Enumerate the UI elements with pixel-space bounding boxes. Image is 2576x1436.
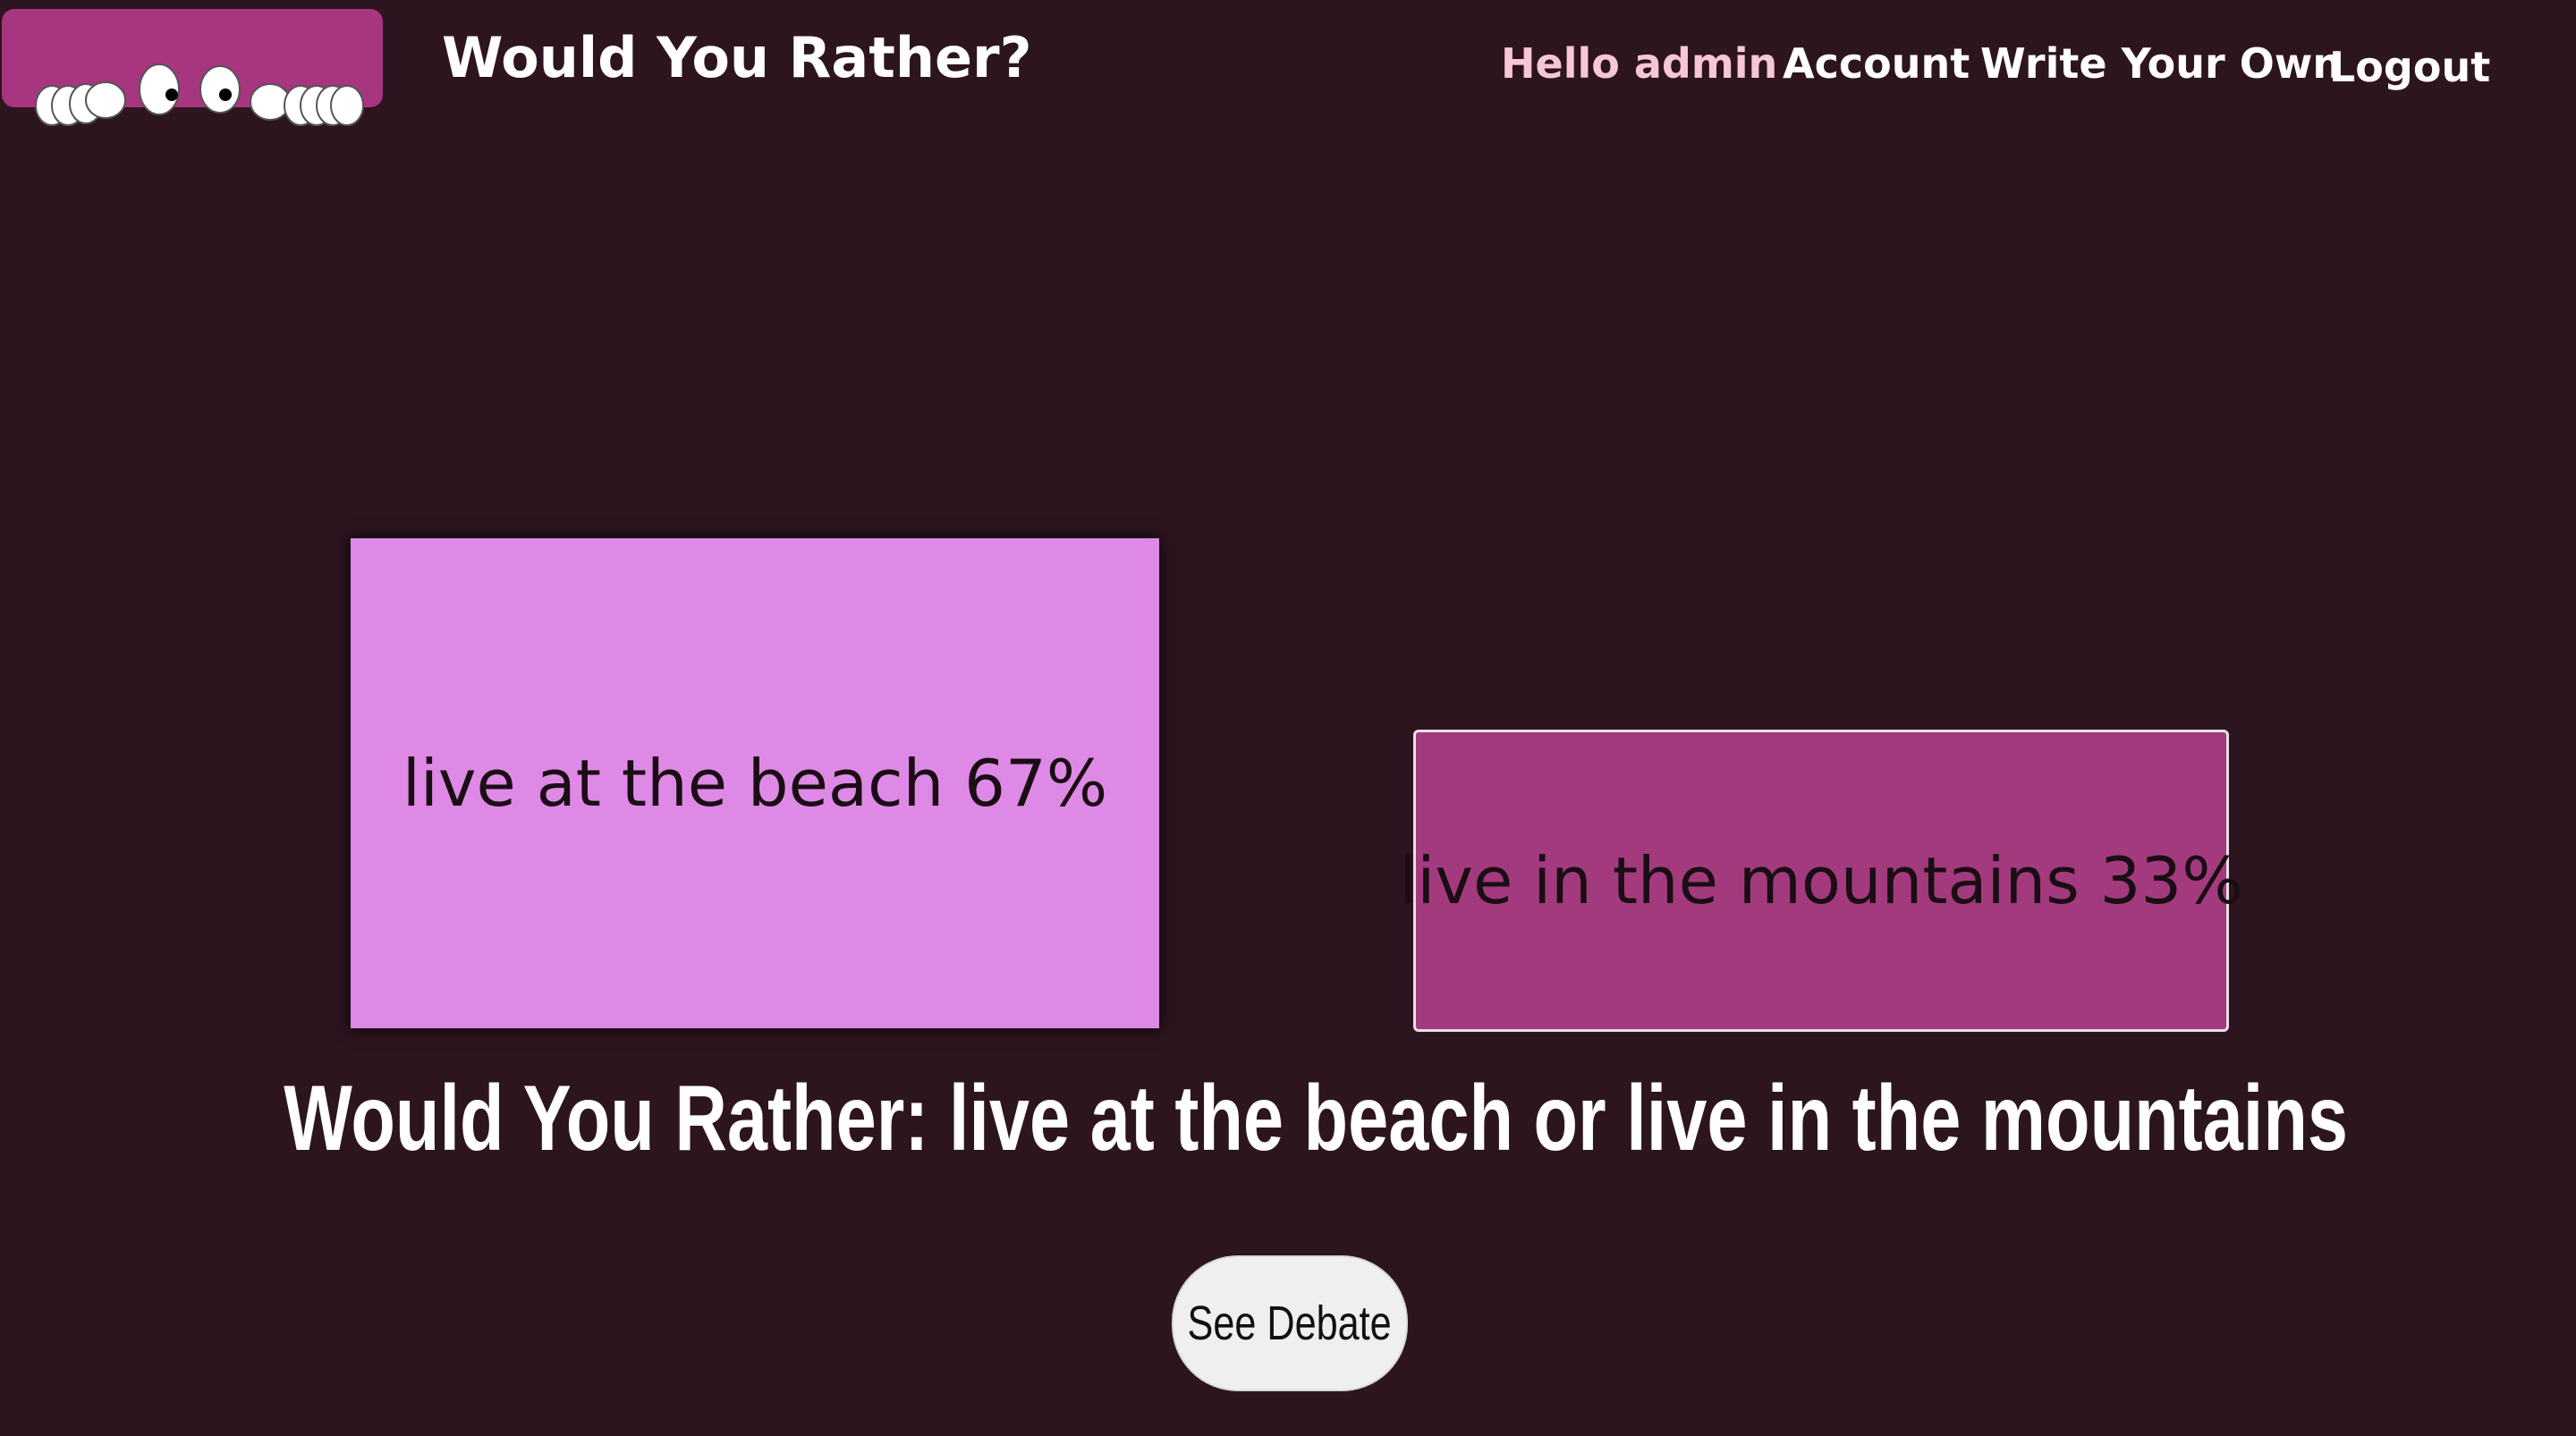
option-a-button[interactable]: live at the beach 67% xyxy=(351,538,1159,1028)
option-a-label: live at the beach 67% xyxy=(402,746,1108,821)
greeting-text: Hello admin xyxy=(1501,39,1778,88)
nav-write-your-own-link[interactable]: Write Your Own xyxy=(1980,39,2342,88)
question-text: Would You Rather: live at the beach or l… xyxy=(284,1067,2349,1170)
nav-logout-link[interactable]: Logout xyxy=(2329,43,2490,91)
see-debate-button[interactable]: See Debate xyxy=(1172,1255,1408,1391)
peeking-eyes-logo-icon[interactable] xyxy=(0,9,385,127)
nav-account-link[interactable]: Account xyxy=(1783,39,1970,88)
site-title[interactable]: Would You Rather? xyxy=(442,25,1032,90)
option-b-button[interactable]: live in the mountains 33% xyxy=(1399,730,2243,1032)
option-b-label: live in the mountains 33% xyxy=(1399,843,2243,918)
see-debate-label: See Debate xyxy=(1187,1297,1393,1350)
